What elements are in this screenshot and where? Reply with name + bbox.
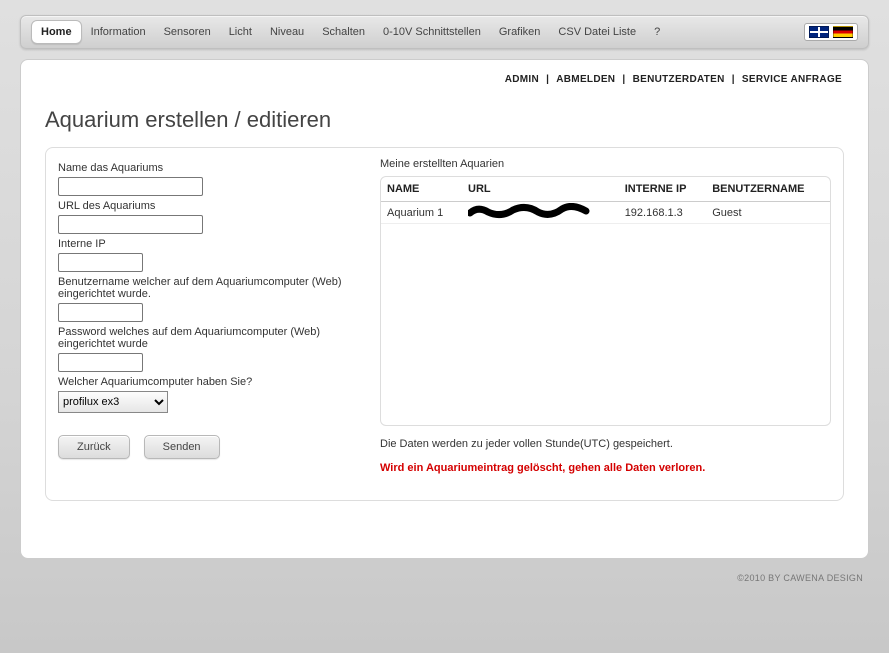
admin-link-abmelden[interactable]: ABMELDEN [554, 74, 617, 85]
user-input[interactable] [58, 303, 143, 322]
nav-tab-sensoren[interactable]: Sensoren [155, 21, 220, 43]
top-nav-bar: HomeInformationSensorenLichtNiveauSchalt… [20, 15, 869, 49]
computer-select[interactable]: profilux ex3 [58, 391, 168, 413]
admin-link-service-anfrage[interactable]: SERVICE ANFRAGE [740, 74, 844, 85]
footer-text: ©2010 BY CAWENA DESIGN [0, 569, 889, 583]
admin-links: ADMIN | ABMELDEN | BENUTZERDATEN | SERVI… [45, 74, 844, 85]
name-label: Name das Aquariums [58, 162, 358, 174]
cell: Guest [706, 202, 830, 224]
flag-uk-icon[interactable] [809, 26, 829, 38]
nav-tab-csv-datei-liste[interactable]: CSV Datei Liste [549, 21, 645, 43]
ip-input[interactable] [58, 253, 143, 272]
nav-tab-grafiken[interactable]: Grafiken [490, 21, 550, 43]
admin-link-benutzerdaten[interactable]: BENUTZERDATEN [631, 74, 727, 85]
cell: 192.168.1.3 [619, 202, 707, 224]
nav-tab-home[interactable]: Home [31, 20, 82, 44]
name-input[interactable] [58, 177, 203, 196]
col-interne-ip: INTERNE IP [619, 177, 707, 202]
col-url: URL [462, 177, 619, 202]
warning-message: Wird ein Aquariumeintrag gelöscht, gehen… [380, 462, 831, 474]
list-title: Meine erstellten Aquarien [380, 158, 831, 170]
url-input[interactable] [58, 215, 203, 234]
flag-de-icon[interactable] [833, 26, 853, 38]
user-label: Benutzername welcher auf dem Aquariumcom… [58, 276, 358, 300]
nav-tab--[interactable]: ? [645, 21, 669, 43]
cell-url-redacted [462, 202, 619, 224]
computer-label: Welcher Aquariumcomputer haben Sie? [58, 376, 358, 388]
list-column: Meine erstellten Aquarien NAMEURLINTERNE… [380, 158, 831, 474]
info-message: Die Daten werden zu jeder vollen Stunde(… [380, 438, 831, 450]
admin-link-admin[interactable]: ADMIN [503, 74, 541, 85]
nav-tab-0-10v-schnittstellen[interactable]: 0-10V Schnittstellen [374, 21, 490, 43]
nav-tab-licht[interactable]: Licht [220, 21, 261, 43]
nav-tab-information[interactable]: Information [82, 21, 155, 43]
send-button[interactable]: Senden [144, 435, 220, 459]
pass-label: Password welches auf dem Aquariumcompute… [58, 326, 358, 350]
ip-label: Interne IP [58, 238, 358, 250]
language-switch [804, 23, 858, 41]
nav-tab-niveau[interactable]: Niveau [261, 21, 313, 43]
form-column: Name das Aquariums URL des Aquariums Int… [58, 158, 358, 474]
col-name: NAME [381, 177, 462, 202]
nav-tab-schalten[interactable]: Schalten [313, 21, 374, 43]
page-title: Aquarium erstellen / editieren [45, 107, 844, 133]
main-panel: ADMIN | ABMELDEN | BENUTZERDATEN | SERVI… [20, 59, 869, 559]
table-row[interactable]: Aquarium 1 192.168.1.3Guest [381, 202, 830, 224]
col-benutzername: BENUTZERNAME [706, 177, 830, 202]
aquarium-table: NAMEURLINTERNE IPBENUTZERNAME Aquarium 1… [381, 177, 830, 224]
content-box: Name das Aquariums URL des Aquariums Int… [45, 147, 844, 501]
cell: Aquarium 1 [381, 202, 462, 224]
url-label: URL des Aquariums [58, 200, 358, 212]
pass-input[interactable] [58, 353, 143, 372]
back-button[interactable]: Zurück [58, 435, 130, 459]
